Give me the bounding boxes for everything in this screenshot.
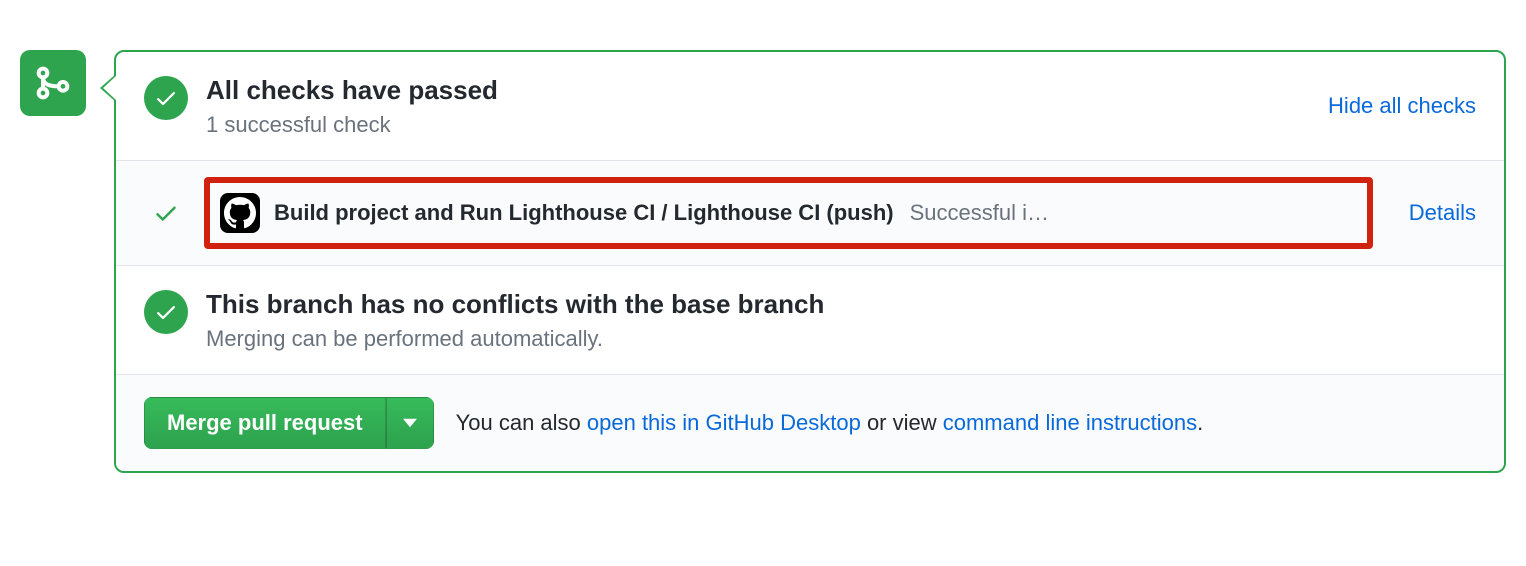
- checks-summary-section: All checks have passed 1 successful chec…: [116, 52, 1504, 160]
- check-result: Successful i…: [910, 200, 1049, 226]
- highlighted-check: Build project and Run Lighthouse CI / Li…: [204, 177, 1373, 249]
- conflicts-title: This branch has no conflicts with the ba…: [206, 288, 1476, 322]
- conflicts-section: This branch has no conflicts with the ba…: [116, 266, 1504, 374]
- cli-instructions-link[interactable]: command line instructions: [943, 410, 1197, 435]
- github-avatar: [220, 193, 260, 233]
- check-row: Build project and Run Lighthouse CI / Li…: [116, 161, 1504, 265]
- merge-hint-suffix: .: [1197, 410, 1203, 435]
- check-name: Build project and Run Lighthouse CI / Li…: [274, 200, 894, 226]
- github-icon: [224, 197, 256, 229]
- conflicts-subtitle: Merging can be performed automatically.: [206, 326, 1476, 352]
- merge-hint-prefix: You can also: [456, 410, 587, 435]
- checks-title: All checks have passed: [206, 74, 1310, 108]
- merge-button-group: Merge pull request: [144, 397, 434, 449]
- check-status: [144, 200, 188, 226]
- check-icon: [154, 300, 178, 324]
- open-desktop-link[interactable]: open this in GitHub Desktop: [587, 410, 861, 435]
- merge-icon-badge: [20, 50, 86, 116]
- merge-pull-request-button[interactable]: Merge pull request: [144, 397, 386, 449]
- check-icon: [153, 200, 179, 226]
- check-icon: [154, 86, 178, 110]
- checks-list: Build project and Run Lighthouse CI / Li…: [116, 160, 1504, 266]
- merge-hint: You can also open this in GitHub Desktop…: [456, 410, 1204, 436]
- success-badge: [144, 76, 188, 120]
- merge-footer: Merge pull request You can also open thi…: [116, 374, 1504, 471]
- toggle-checks-link[interactable]: Hide all checks: [1328, 93, 1476, 119]
- git-merge-icon: [33, 63, 73, 103]
- merge-status-panel: All checks have passed 1 successful chec…: [114, 50, 1506, 473]
- merge-hint-middle: or view: [861, 410, 943, 435]
- caret-down-icon: [403, 418, 417, 428]
- merge-options-dropdown[interactable]: [386, 397, 434, 449]
- checks-subtitle: 1 successful check: [206, 112, 1310, 138]
- check-details-link[interactable]: Details: [1409, 200, 1476, 226]
- success-badge: [144, 290, 188, 334]
